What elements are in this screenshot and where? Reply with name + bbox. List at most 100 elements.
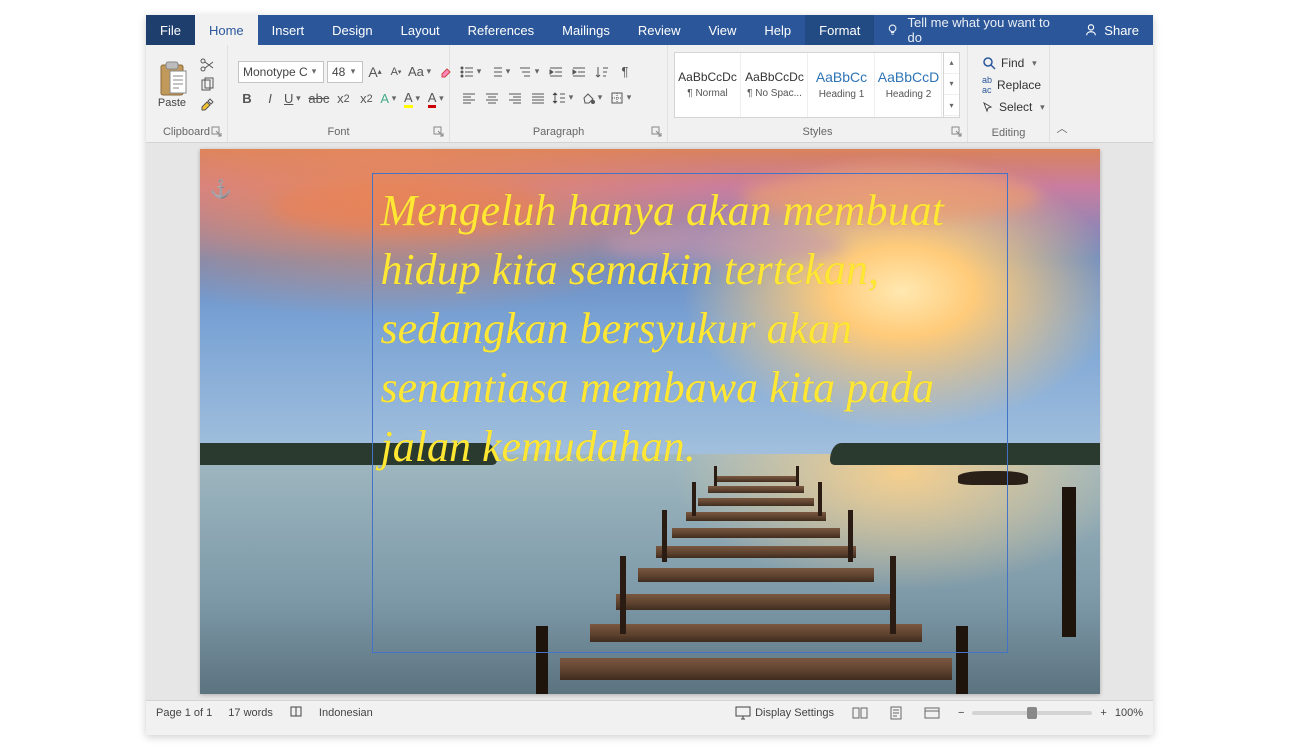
chevron-down-icon: ▾: [944, 74, 959, 95]
tab-format[interactable]: Format: [805, 15, 874, 45]
quote-text[interactable]: Mengeluh hanya akan membuat hidup kita s…: [381, 182, 999, 477]
tell-me-search[interactable]: Tell me what you want to do: [874, 15, 1070, 45]
justify-button[interactable]: [529, 88, 547, 108]
font-size-combo[interactable]: 48▾: [327, 61, 363, 83]
book-icon: [289, 704, 303, 718]
superscript-button[interactable]: x2: [357, 89, 375, 109]
find-button[interactable]: Find▾: [982, 53, 1047, 73]
print-layout-button[interactable]: [886, 705, 906, 721]
highlight-button[interactable]: A▾: [404, 89, 423, 109]
share-button[interactable]: Share: [1070, 15, 1153, 45]
font-name-combo[interactable]: Monotype C▾: [238, 61, 324, 83]
italic-button[interactable]: I: [261, 89, 279, 109]
clipboard-icon: [156, 61, 188, 97]
multilevel-list-button[interactable]: ▾: [518, 62, 542, 82]
zoom-out-button[interactable]: −: [958, 707, 964, 719]
dialog-launcher-icon[interactable]: [211, 126, 223, 138]
underline-button[interactable]: U▾: [284, 89, 303, 109]
bullets-button[interactable]: ▾: [460, 62, 484, 82]
shading-button[interactable]: ▾: [581, 88, 605, 108]
align-center-icon: [485, 91, 499, 105]
editing-group-label: Editing: [992, 127, 1026, 139]
align-left-button[interactable]: [460, 88, 478, 108]
tab-review[interactable]: Review: [624, 15, 695, 45]
web-layout-button[interactable]: [922, 705, 942, 721]
cut-button[interactable]: [198, 56, 216, 74]
tab-design[interactable]: Design: [318, 15, 386, 45]
tab-insert[interactable]: Insert: [258, 15, 319, 45]
proofing-button[interactable]: [289, 704, 303, 721]
indent-icon: [572, 65, 586, 79]
dialog-launcher-icon[interactable]: [433, 126, 445, 138]
align-center-button[interactable]: [483, 88, 501, 108]
borders-button[interactable]: ▾: [610, 88, 634, 108]
tab-file[interactable]: File: [146, 15, 195, 45]
styles-more-button[interactable]: ▴▾▾: [943, 53, 959, 117]
bold-button[interactable]: B: [238, 89, 256, 109]
page[interactable]: ⚓ Mengeluh hanya akan membuat hidup kita…: [200, 149, 1100, 694]
style-preview: AaBbCcDc: [678, 70, 737, 84]
borders-icon: [610, 91, 624, 105]
font-name-value: Monotype C: [243, 65, 309, 79]
page-indicator[interactable]: Page 1 of 1: [156, 707, 212, 719]
read-mode-button[interactable]: [850, 705, 870, 721]
strikethrough-button[interactable]: abc: [308, 89, 329, 109]
shrink-font-button[interactable]: A▾: [387, 62, 405, 82]
sort-button[interactable]: [593, 62, 611, 82]
highlight-icon: A: [404, 90, 413, 108]
increase-indent-button[interactable]: [570, 62, 588, 82]
line-spacing-button[interactable]: ▾: [552, 88, 576, 108]
subscript-button[interactable]: x2: [334, 89, 352, 109]
chevron-down-icon: ▾: [1037, 102, 1047, 113]
numbering-icon: [489, 65, 503, 79]
word-count[interactable]: 17 words: [228, 707, 273, 719]
tab-layout[interactable]: Layout: [387, 15, 454, 45]
zoom-slider[interactable]: [972, 711, 1092, 715]
document-area[interactable]: ⚓ Mengeluh hanya akan membuat hidup kita…: [146, 143, 1153, 700]
scissors-icon: [199, 57, 215, 73]
style-normal[interactable]: AaBbCcDc¶ Normal: [675, 53, 741, 117]
tab-view[interactable]: View: [694, 15, 750, 45]
show-marks-button[interactable]: ¶: [616, 62, 634, 82]
grow-font-button[interactable]: A▴: [366, 62, 384, 82]
web-layout-icon: [924, 707, 940, 719]
zoom-in-button[interactable]: +: [1100, 707, 1106, 719]
zoom-level[interactable]: 100%: [1115, 707, 1143, 719]
text-box[interactable]: Mengeluh hanya akan membuat hidup kita s…: [372, 173, 1008, 653]
ribbon: Paste Clipboard Monotype C▾ 48▾ A▴ A▾ Aa…: [146, 45, 1153, 143]
language-indicator[interactable]: Indonesian: [319, 707, 373, 719]
dialog-launcher-icon[interactable]: [651, 126, 663, 138]
display-settings-button[interactable]: Display Settings: [735, 706, 834, 720]
style-heading1[interactable]: AaBbCcHeading 1: [809, 53, 875, 117]
chevron-down-icon: ▾: [309, 66, 319, 77]
decrease-indent-button[interactable]: [547, 62, 565, 82]
format-painter-button[interactable]: [198, 96, 216, 114]
replace-button[interactable]: abacReplace: [982, 75, 1047, 95]
zoom-thumb[interactable]: [1027, 707, 1037, 719]
ribbon-tabs: File Home Insert Design Layout Reference…: [146, 15, 1153, 45]
style-no-spacing[interactable]: AaBbCcDc¶ No Spac...: [742, 53, 808, 117]
more-icon: ▾: [944, 95, 959, 116]
styles-gallery[interactable]: AaBbCcDc¶ Normal AaBbCcDc¶ No Spac... Aa…: [674, 52, 960, 118]
align-right-button[interactable]: [506, 88, 524, 108]
tab-help[interactable]: Help: [750, 15, 805, 45]
select-label: Select: [999, 100, 1032, 114]
copy-button[interactable]: [198, 76, 216, 94]
paste-button[interactable]: Paste: [152, 59, 192, 111]
collapse-ribbon-button[interactable]: ︿: [1050, 45, 1074, 142]
numbering-button[interactable]: ▾: [489, 62, 513, 82]
line-spacing-icon: [552, 91, 566, 105]
tab-mailings[interactable]: Mailings: [548, 15, 624, 45]
search-icon: [982, 56, 996, 70]
multilevel-icon: [518, 65, 532, 79]
dialog-launcher-icon[interactable]: [951, 126, 963, 138]
text-effects-button[interactable]: A▾: [380, 89, 399, 109]
select-button[interactable]: Select ▾: [982, 97, 1047, 117]
tab-home[interactable]: Home: [195, 15, 258, 45]
tab-references[interactable]: References: [454, 15, 548, 45]
chevron-up-icon: ▴: [944, 53, 959, 74]
style-heading2[interactable]: AaBbCcDHeading 2: [876, 53, 942, 117]
change-case-button[interactable]: Aa▾: [408, 62, 434, 82]
align-right-icon: [508, 91, 522, 105]
font-color-button[interactable]: A▾: [428, 89, 447, 109]
